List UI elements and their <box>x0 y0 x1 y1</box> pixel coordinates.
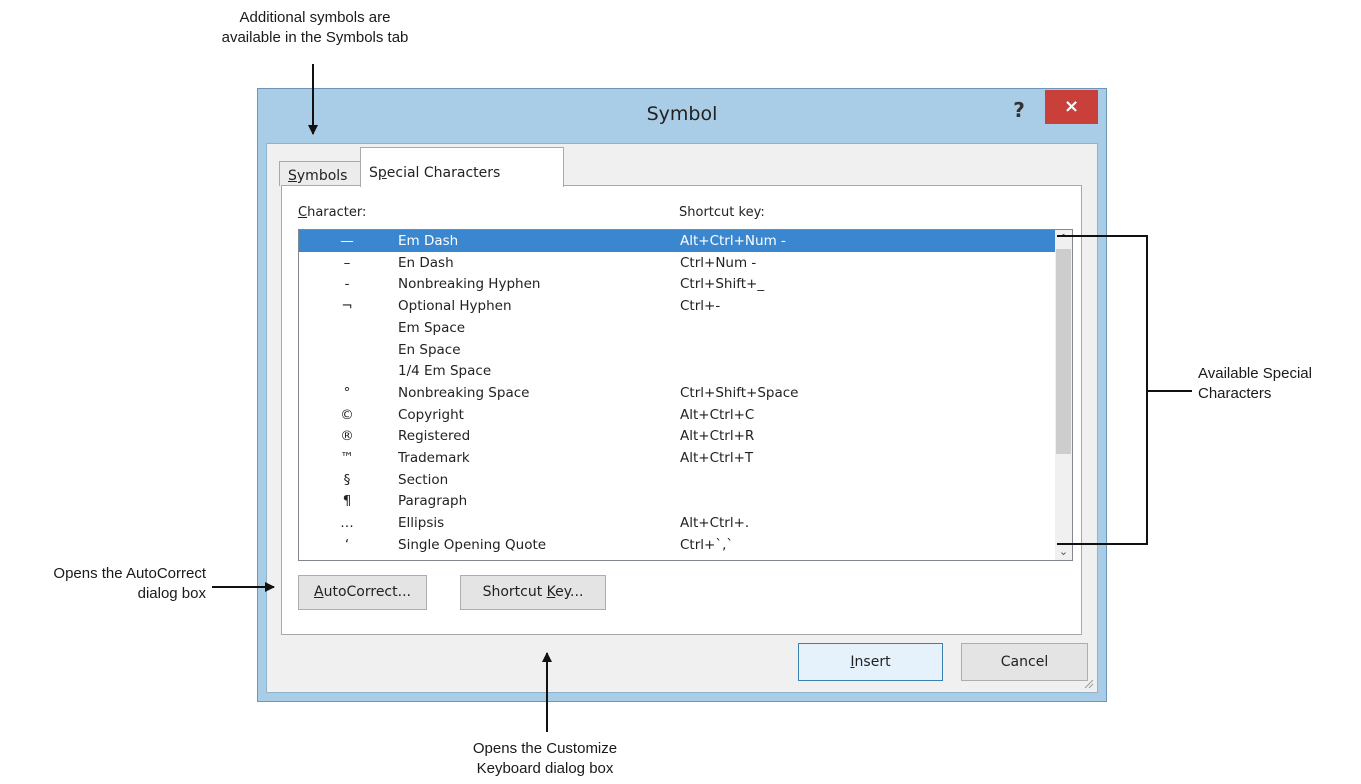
character-name: Section <box>398 471 449 488</box>
list-item[interactable]: ¬ Optional Hyphen Ctrl+- <box>299 295 1056 317</box>
shortcut-key-callout: Opens the Customize Keyboard dialog box <box>420 739 670 779</box>
list-item[interactable]: … Ellipsis Alt+Ctrl+. <box>299 512 1056 534</box>
special-characters-callout: Available Special Characters <box>1198 364 1358 404</box>
list-item[interactable]: ¶ Paragraph <box>299 490 1056 512</box>
tab-symbols[interactable]: Symbols <box>279 161 361 186</box>
shortcut-key-value: Ctrl+- <box>680 298 721 315</box>
list-item[interactable]: Em Space <box>299 317 1056 339</box>
shortcut-key-value: Alt+Ctrl+C <box>680 406 755 423</box>
special-characters-list[interactable]: — Em Dash Alt+Ctrl+Num - – En Dash Ctrl+Num -… <box>298 229 1073 561</box>
shortcut-column-header: Shortcut key: <box>679 205 765 220</box>
character-name: Em Dash <box>398 233 459 249</box>
special-characters-pane: Character: Shortcut key: — Em Dash Alt+Ctr… <box>281 185 1082 635</box>
character-glyph: — <box>340 233 354 249</box>
list-item[interactable]: ® Registered Alt+Ctrl+R <box>299 425 1056 447</box>
character-name: Paragraph <box>398 493 468 510</box>
character-glyph: ® <box>340 428 354 445</box>
list-item[interactable]: § Section <box>299 469 1056 491</box>
character-glyph: § <box>343 471 351 488</box>
shortcut-key-value: Ctrl+Num - <box>680 254 757 271</box>
list-item[interactable]: ‘ Single Opening Quote Ctrl+`,` <box>299 534 1056 556</box>
character-glyph: © <box>340 406 354 423</box>
character-glyph: ° <box>343 384 351 401</box>
shortcut-key-value: Alt+Ctrl+Num - <box>680 233 786 249</box>
dialog-client: Symbols Special Characters Character: Sh… <box>266 143 1098 693</box>
close-button[interactable]: × <box>1045 90 1098 124</box>
scroll-down-icon[interactable]: ⌄ <box>1055 543 1072 560</box>
character-name: Em Space <box>398 319 466 336</box>
callout-line: Opens the Customize <box>472 740 618 757</box>
character-name: Registered <box>398 428 471 445</box>
scroll-thumb[interactable] <box>1056 249 1071 454</box>
character-column-header: Character: <box>298 205 367 220</box>
autocorrect-callout: Opens the AutoCorrect dialog box <box>0 564 206 604</box>
callout-line: Characters <box>1198 385 1272 402</box>
shortcut-key-value: Ctrl+`,` <box>680 536 734 553</box>
character-name: Optional Hyphen <box>398 298 512 315</box>
shortcut-key-value: Ctrl+Shift+_ <box>680 276 765 293</box>
callout-line: Additional symbols are <box>239 9 391 26</box>
character-glyph: - <box>344 276 350 293</box>
symbols-tab-callout: Additional symbols are available in the … <box>180 8 450 48</box>
character-name: Ellipsis <box>398 515 445 532</box>
list-item[interactable]: © Copyright Alt+Ctrl+C <box>299 404 1056 426</box>
callout-line: Opens the AutoCorrect <box>53 565 206 582</box>
scroll-up-icon[interactable]: ^ <box>1055 230 1072 247</box>
character-name: En Space <box>398 341 461 358</box>
shortcut-key-value: Ctrl+Shift+Space <box>680 384 799 401</box>
list-item[interactable]: — Em Dash Alt+Ctrl+Num - <box>299 230 1056 252</box>
character-glyph: ¬ <box>341 298 353 315</box>
tab-special-characters[interactable]: Special Characters <box>360 147 564 187</box>
shortcut-key-value: Alt+Ctrl+R <box>680 428 755 445</box>
vertical-scrollbar[interactable]: ^ ⌄ <box>1055 230 1072 560</box>
character-name: En Dash <box>398 254 454 271</box>
character-glyph: – <box>343 254 351 271</box>
autocorrect-button[interactable]: AutoCorrect... <box>298 575 427 610</box>
help-button[interactable]: ? <box>1006 97 1032 123</box>
callout-line: dialog box <box>137 585 206 602</box>
character-name: Nonbreaking Hyphen <box>398 276 541 293</box>
shortcut-key-button[interactable]: Shortcut Key... <box>460 575 606 610</box>
insert-button[interactable]: Insert <box>798 643 943 681</box>
resize-grip-icon[interactable] <box>1082 677 1094 689</box>
character-name: Nonbreaking Space <box>398 384 530 401</box>
callout-line: available in the Symbols tab <box>221 29 409 46</box>
character-glyph: ‘ <box>344 536 350 553</box>
list-item[interactable]: – En Dash Ctrl+Num - <box>299 252 1056 274</box>
list-item[interactable]: ™ Trademark Alt+Ctrl+T <box>299 447 1056 469</box>
character-glyph: … <box>340 515 354 532</box>
character-name: 1/4 Em Space <box>398 363 492 380</box>
character-glyph: ™ <box>340 450 354 466</box>
callout-line: Keyboard dialog box <box>476 760 614 777</box>
list-item[interactable]: En Space <box>299 339 1056 361</box>
list-item[interactable]: ° Nonbreaking Space Ctrl+Shift+Space <box>299 382 1056 404</box>
character-name: Copyright <box>398 406 464 423</box>
character-glyph: ¶ <box>342 493 352 510</box>
character-name: Trademark <box>398 450 470 466</box>
character-name: Single Opening Quote <box>398 536 547 553</box>
dialog-title: Symbol <box>646 103 718 125</box>
callout-line: Available Special <box>1198 365 1312 382</box>
list-item[interactable]: - Nonbreaking Hyphen Ctrl+Shift+_ <box>299 273 1056 295</box>
shortcut-key-value: Alt+Ctrl+. <box>680 515 750 532</box>
title-bar[interactable]: Symbol ? × <box>258 89 1106 143</box>
symbol-dialog: Symbol ? × Symbols Special Characters Ch… <box>257 88 1107 702</box>
list-item[interactable]: 1/4 Em Space <box>299 360 1056 382</box>
shortcut-key-value: Alt+Ctrl+T <box>680 450 754 466</box>
cancel-button[interactable]: Cancel <box>961 643 1088 681</box>
